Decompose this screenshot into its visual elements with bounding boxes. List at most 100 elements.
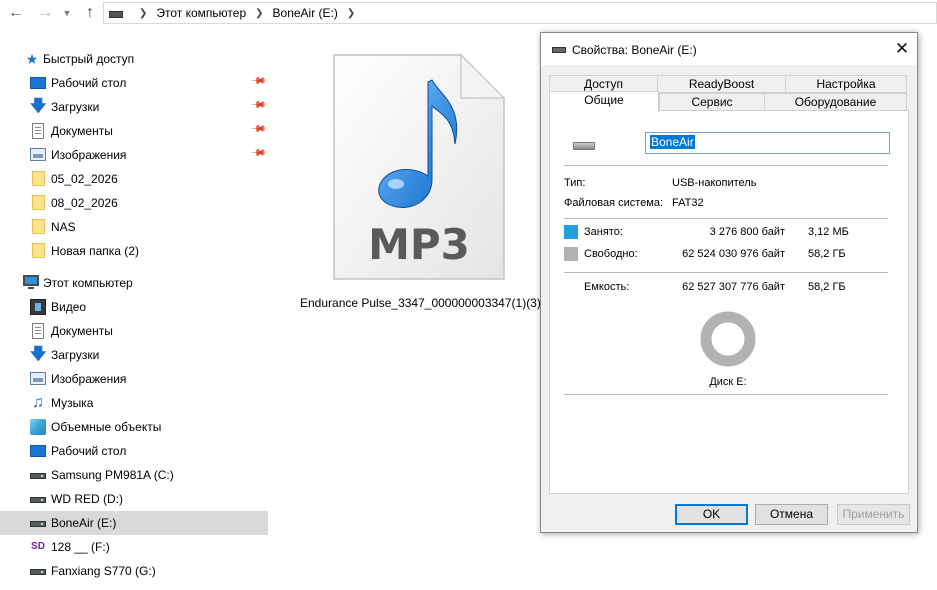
- address-bar[interactable]: ❯ Этот компьютер ❯ BoneAir (E:) ❯: [103, 2, 937, 24]
- tab-readyboost[interactable]: ReadyBoost: [657, 75, 786, 93]
- disk-label: Диск E:: [709, 376, 747, 388]
- video-icon: [30, 299, 46, 315]
- dialog-title-bar[interactable]: Свойства: BoneAir (E:) ✕: [541, 33, 917, 65]
- divider: [564, 272, 888, 273]
- download-arrow-icon: 🡇: [30, 346, 47, 363]
- forward-arrow-icon[interactable]: →: [35, 3, 55, 23]
- sidebar-item-label: Документы: [51, 124, 113, 138]
- sidebar-item-downloads[interactable]: 🡇 Загрузки 📌: [0, 95, 268, 119]
- sidebar-item-pictures[interactable]: Изображения: [0, 367, 268, 391]
- file-item[interactable]: MP3 Endurance Pulse_3347_000000003347(1)…: [300, 44, 541, 314]
- folder-icon: [32, 219, 45, 234]
- sidebar-item-folder[interactable]: 08_02_2026: [0, 191, 268, 215]
- sidebar-item-label: WD RED (D:): [51, 492, 123, 506]
- breadcrumb-separator-icon[interactable]: ❯: [255, 8, 263, 19]
- sidebar-item-label: Видео: [51, 300, 87, 314]
- sidebar-item-videos[interactable]: Видео: [0, 295, 268, 319]
- folder-icon: [32, 243, 45, 258]
- recent-locations-chevron-icon[interactable]: ▼: [60, 3, 74, 23]
- breadcrumb-separator-icon[interactable]: ❯: [347, 8, 355, 19]
- sidebar-item-folder[interactable]: Новая папка (2): [0, 239, 268, 263]
- sidebar-quick-access[interactable]: ★ Быстрый доступ: [0, 47, 268, 71]
- file-type-badge: MP3: [368, 220, 470, 269]
- sidebar-item-downloads[interactable]: 🡇 Загрузки: [0, 343, 268, 367]
- 3d-objects-icon: [30, 419, 46, 435]
- sidebar-item-documents[interactable]: Документы: [0, 319, 268, 343]
- cancel-button[interactable]: Отмена: [755, 504, 828, 525]
- type-value: USB-накопитель: [672, 177, 757, 189]
- document-icon: [32, 323, 44, 339]
- sidebar-item-desktop[interactable]: Рабочий стол: [0, 439, 268, 463]
- sidebar-item-folder[interactable]: NAS: [0, 215, 268, 239]
- free-space-ring: [700, 311, 756, 367]
- drive-icon: [30, 521, 46, 527]
- ok-button[interactable]: OK: [675, 504, 748, 525]
- sidebar-item-documents[interactable]: Документы 📌: [0, 119, 268, 143]
- sidebar-item-label: Рабочий стол: [51, 76, 127, 90]
- sidebar-item-label: Fanxiang S770 (G:): [51, 564, 156, 578]
- sidebar-item-label: Быстрый доступ: [43, 52, 135, 66]
- pictures-icon: [30, 372, 46, 385]
- free-space-size: 58,2 ГБ: [808, 248, 846, 260]
- sidebar-item-label: Загрузки: [51, 100, 100, 114]
- desktop-icon: [30, 77, 46, 89]
- dialog-title: Свойства: BoneAir (E:): [572, 43, 697, 57]
- desktop-icon: [30, 445, 46, 457]
- breadcrumb-drive[interactable]: BoneAir (E:): [273, 6, 338, 20]
- drive-icon: [109, 10, 123, 18]
- capacity-label: Емкость:: [584, 281, 630, 293]
- sidebar-item-drive-d[interactable]: WD RED (D:): [0, 487, 268, 511]
- apply-button[interactable]: Применить: [837, 504, 910, 525]
- star-icon: ★: [25, 51, 39, 67]
- sidebar-item-label: Загрузки: [51, 348, 100, 362]
- sidebar-item-label: Изображения: [51, 372, 127, 386]
- used-space-label: Занято:: [584, 226, 623, 238]
- breadcrumb-separator-icon[interactable]: ❯: [139, 8, 147, 19]
- divider: [564, 218, 888, 219]
- sidebar-item-label: Рабочий стол: [51, 444, 127, 458]
- sidebar-this-pc[interactable]: Этот компьютер: [0, 271, 268, 295]
- divider: [564, 165, 888, 166]
- tab-tools[interactable]: Сервис: [659, 93, 765, 111]
- music-note-icon: ♫: [32, 394, 44, 411]
- pin-icon: 📌: [249, 97, 267, 114]
- pictures-icon: [30, 148, 46, 161]
- drive-icon: [552, 47, 566, 53]
- sidebar-item-desktop[interactable]: Рабочий стол 📌: [0, 71, 268, 95]
- sidebar-item-folder[interactable]: 05_02_2026: [0, 167, 268, 191]
- file-system-label: Файловая система:: [564, 197, 664, 209]
- drive-icon: [30, 473, 46, 479]
- divider: [564, 394, 888, 395]
- free-space-label: Свободно:: [584, 248, 638, 260]
- tab-general[interactable]: Общие: [549, 91, 659, 112]
- tab-hardware[interactable]: Оборудование: [764, 93, 907, 111]
- sidebar-item-label: 08_02_2026: [51, 196, 118, 210]
- sidebar-item-label: NAS: [51, 220, 76, 234]
- breadcrumb-this-pc[interactable]: Этот компьютер: [156, 6, 246, 20]
- sd-card-icon: SD: [31, 541, 45, 552]
- sidebar-item-drive-g[interactable]: Fanxiang S770 (G:): [0, 559, 268, 583]
- up-arrow-icon[interactable]: ↑: [80, 3, 100, 23]
- sidebar-item-3d-objects[interactable]: Объемные объекты: [0, 415, 268, 439]
- pin-icon: 📌: [249, 73, 267, 90]
- sidebar-item-pictures[interactable]: Изображения 📌: [0, 143, 268, 167]
- mp3-file-icon: MP3: [333, 54, 505, 280]
- used-space-bytes: 3 276 800 байт: [709, 226, 785, 238]
- folder-icon: [32, 171, 45, 186]
- sidebar-item-drive-e[interactable]: BoneAir (E:): [0, 511, 268, 535]
- disk-usage-donut: [700, 311, 756, 367]
- close-icon[interactable]: ✕: [891, 38, 913, 60]
- sidebar-item-label: 128 __ (F:): [51, 540, 110, 554]
- sidebar-item-music[interactable]: ♫ Музыка: [0, 391, 268, 415]
- pin-icon: 📌: [249, 121, 267, 138]
- tab-customize[interactable]: Настройка: [785, 75, 907, 93]
- sidebar-item-label: Изображения: [51, 148, 127, 162]
- file-name: Endurance Pulse_3347_000000003347(1)(3): [300, 296, 541, 310]
- back-arrow-icon[interactable]: ←: [6, 3, 26, 23]
- sidebar-item-label: Samsung PM981A (C:): [51, 468, 174, 482]
- navigation-pane: ★ Быстрый доступ Рабочий стол 📌 🡇 Загруз…: [0, 40, 268, 590]
- volume-name-field[interactable]: BoneAir: [645, 132, 890, 154]
- sidebar-item-drive-c[interactable]: Samsung PM981A (C:): [0, 463, 268, 487]
- sidebar-item-drive-f[interactable]: SD 128 __ (F:): [0, 535, 268, 559]
- computer-icon: [23, 275, 39, 289]
